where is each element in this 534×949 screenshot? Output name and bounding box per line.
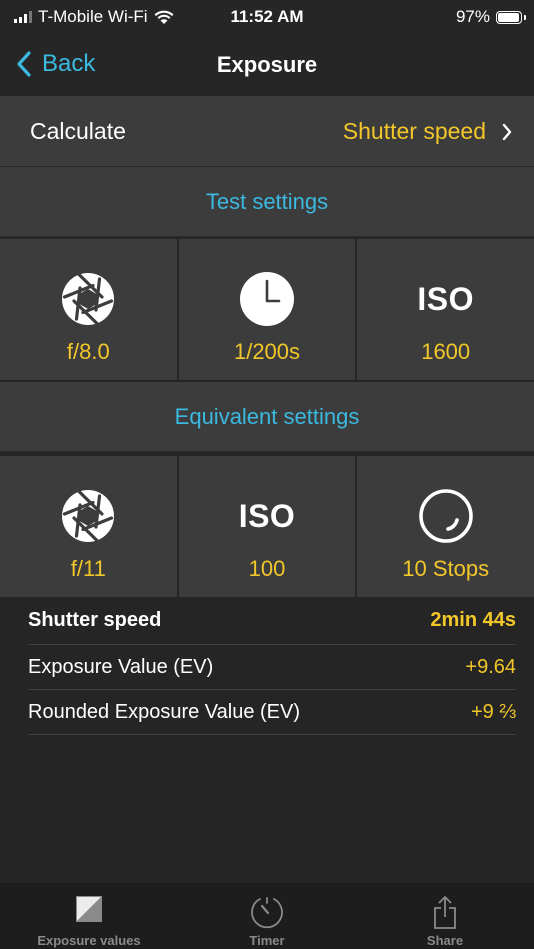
nd-filter-icon [357,488,534,544]
page-title: Exposure [216,52,318,77]
iso-icon: ISO [357,271,534,327]
aperture-icon [0,488,177,544]
result-label: Exposure Value (EV) [28,656,214,678]
battery-tip [524,14,526,20]
timer-icon [187,895,347,929]
tab-exposure-values[interactable]: Exposure values [9,883,169,949]
status-bar: T-Mobile Wi-Fi 11:52 AM 97% [0,0,534,34]
tab-label: Share [426,933,464,948]
equivalent-settings-header: Equivalent settings [0,382,534,452]
tab-share[interactable]: Share [365,883,525,949]
result-label: Rounded Exposure Value (EV) [28,701,301,723]
test-settings-row: f/8.0 1/200s ISO 1600 [0,237,534,380]
test-iso-value: 1600 [421,339,471,364]
test-settings-header: Test settings [0,167,534,237]
test-shutter-value: 1/200s [233,339,301,364]
calculate-label: Calculate [30,118,126,144]
chevron-right-icon [502,123,512,140]
equivalent-nd-filter-value: 10 Stops [402,556,490,581]
test-shutter-cell[interactable]: 1/200s [178,237,358,380]
result-value: 2min 44s [430,609,516,631]
equivalent-aperture-value: f/11 [70,556,106,581]
clock-icon [179,271,356,327]
result-row-ev: Exposure Value (EV) +9.64 [28,645,516,690]
test-aperture-value: f/8.0 [66,339,110,364]
results-list: Shutter speed 2min 44s Exposure Value (E… [0,598,534,735]
test-aperture-cell[interactable]: f/8.0 [0,237,179,380]
calculate-value: Shutter speed [343,118,512,145]
share-icon [365,895,525,929]
calculate-row[interactable]: Calculate Shutter speed [0,96,534,167]
battery-percent: 97% [455,7,490,26]
result-label: Shutter speed [28,609,162,631]
equivalent-nd-filter-cell[interactable]: 10 Stops [357,454,534,597]
tab-label: Exposure values [37,933,141,948]
equivalent-iso-cell[interactable]: ISO 100 [178,454,358,597]
result-value: +9.64 [465,656,516,678]
equivalent-iso-value: 100 [248,556,286,581]
tab-label: Timer [249,933,285,948]
exposure-values-icon [9,895,169,929]
iso-icon-text: ISO [417,280,474,317]
equivalent-settings-row: f/11 ISO 100 10 Stops [0,454,534,597]
battery-level-fill [498,12,520,22]
result-row-rounded-ev: Rounded Exposure Value (EV) +9 ⅔ [28,690,516,735]
aperture-icon [0,271,177,327]
tab-bar: Exposure values Timer Share [0,883,534,949]
battery-icon [496,10,522,24]
tab-timer[interactable]: Timer [187,883,347,949]
calculate-value-text: Shutter speed [342,118,486,144]
iso-icon: ISO [179,488,356,544]
iso-icon-text: ISO [238,497,296,534]
result-value: +9 ⅔ [470,701,516,723]
navigation-bar: Back Exposure [0,34,534,96]
result-row-shutter-speed: Shutter speed 2min 44s [28,598,516,645]
equivalent-aperture-cell[interactable]: f/11 [0,454,179,597]
test-iso-cell[interactable]: ISO 1600 [357,237,534,380]
status-time: 11:52 AM [230,7,304,26]
status-right: 97% [456,7,526,27]
